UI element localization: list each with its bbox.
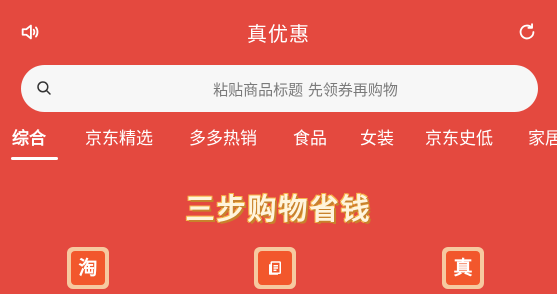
- page-title: 真优惠: [247, 22, 310, 46]
- active-tab-indicator: [11, 157, 58, 160]
- category-tabs: 综合 京东精选 多多热销 食品 女装 京东史低 家居: [0, 124, 557, 164]
- search-bar[interactable]: 粘贴商品标题 先领券再购物: [21, 65, 538, 112]
- zhen-icon: 真: [446, 251, 480, 285]
- tab-home[interactable]: 家居: [528, 124, 557, 149]
- tab-jd-selected[interactable]: 京东精选: [85, 124, 153, 149]
- tab-food[interactable]: 食品: [293, 124, 327, 149]
- tab-jd-lowest[interactable]: 京东史低: [425, 124, 493, 149]
- tab-comprehensive[interactable]: 综合: [12, 124, 46, 149]
- search-placeholder[interactable]: 粘贴商品标题 先领券再购物: [21, 79, 538, 100]
- promo-headline: 三步购物省钱: [185, 192, 372, 226]
- tab-womens-clothing[interactable]: 女装: [360, 124, 394, 149]
- header-bar: 真优惠: [0, 0, 557, 64]
- refresh-icon[interactable]: [516, 21, 538, 43]
- taobao-icon: 淘: [71, 251, 105, 285]
- document-icon: [258, 251, 292, 285]
- step-1-card[interactable]: 淘: [67, 247, 109, 289]
- step-2-card[interactable]: [254, 247, 296, 289]
- step-3-card[interactable]: 真: [442, 247, 484, 289]
- tab-pdd-hot[interactable]: 多多热销: [189, 124, 257, 149]
